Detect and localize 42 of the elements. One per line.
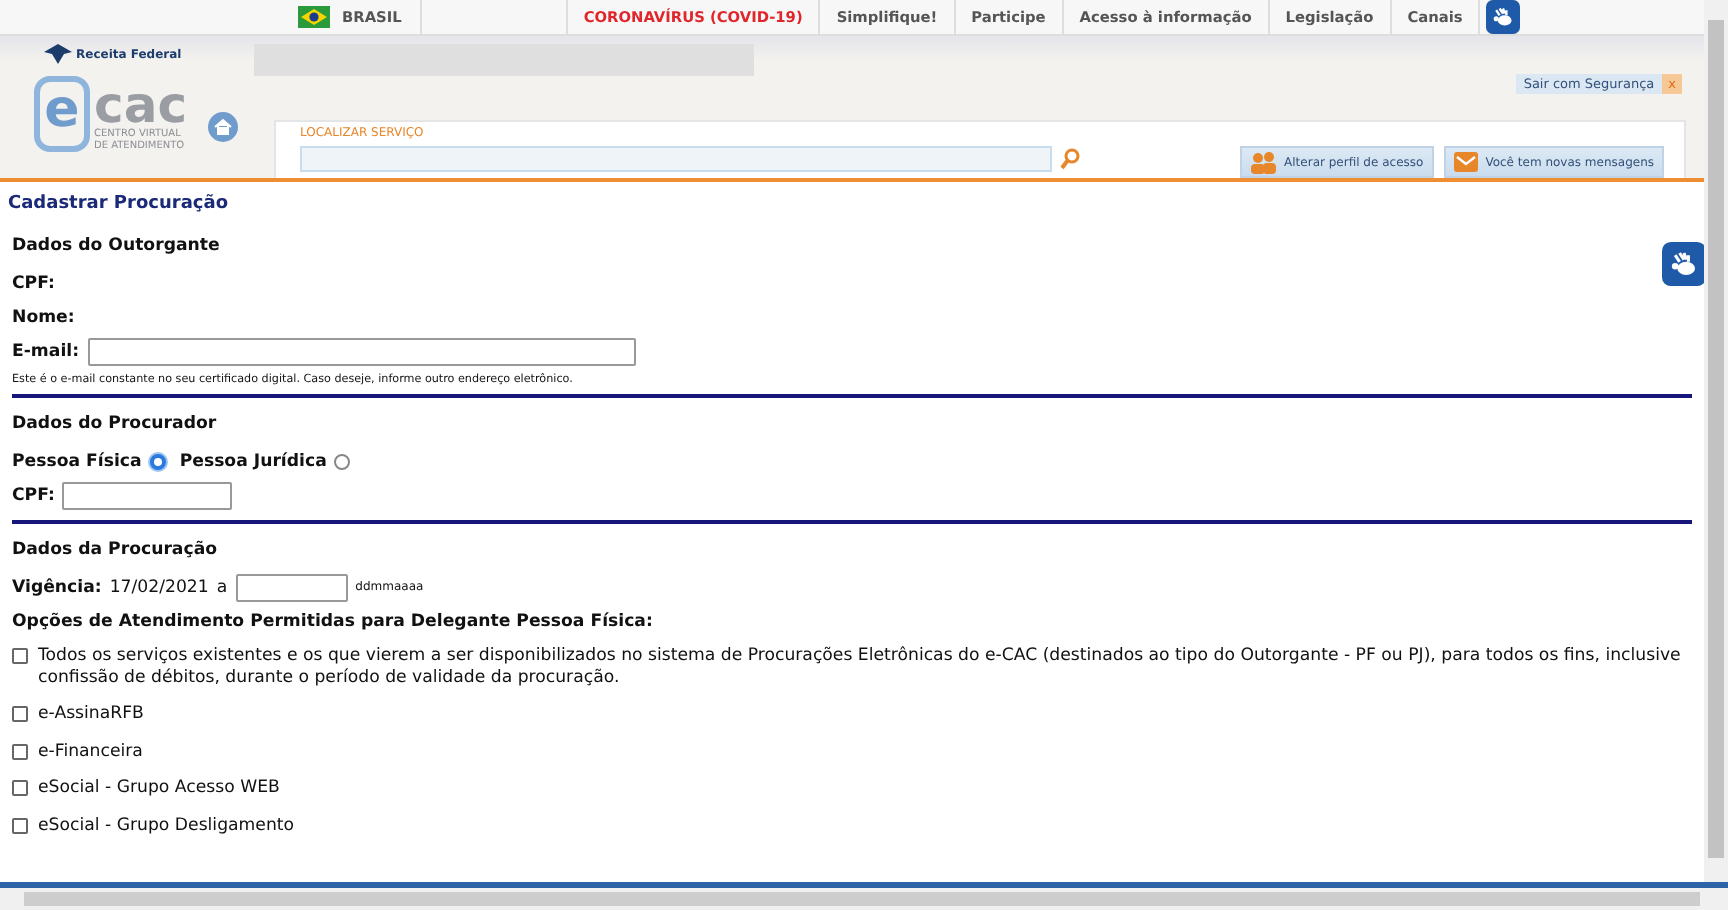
option-label: e-Financeira	[38, 741, 143, 762]
end-date-field[interactable]	[235, 573, 348, 601]
option-label: eSocial - Grupo Desligamento	[38, 815, 295, 836]
date-separator: a	[216, 577, 228, 597]
field-label: E-mail:	[12, 341, 80, 361]
search-field[interactable]	[300, 146, 1052, 172]
logo-letter: e	[34, 76, 90, 152]
option-label: Todos os serviços existentes e os que vierem a ser disponibilizados no sistema de Procurações Eletrônicas do e-CAC (destinados ao tipo do Outorgante - PF ou PJ), para todos os fins, inclusive confissão de débitos, durante o período de validade da procuração.	[38, 646, 1683, 688]
start-date: 17/02/2021	[109, 577, 209, 597]
checkbox[interactable]	[12, 743, 28, 759]
page-title: Cadastrar Procuração	[8, 194, 230, 214]
logo-word: cac	[94, 84, 188, 128]
flag-icon	[298, 6, 330, 28]
accessibility-icon[interactable]	[1662, 242, 1704, 286]
option-label: e-AssinaRFB	[38, 704, 144, 725]
people-icon	[1250, 151, 1277, 173]
field-label: Vigência:	[12, 577, 102, 597]
cpf-field[interactable]	[62, 481, 233, 509]
email-field[interactable]	[87, 337, 636, 365]
checkbox[interactable]	[12, 706, 28, 722]
checkbox[interactable]	[12, 817, 28, 833]
scrollbar-thumb[interactable]	[24, 892, 1700, 906]
accessibility-icon[interactable]	[1486, 0, 1521, 34]
option-label: eSocial - Grupo Acesso WEB	[38, 778, 280, 799]
section-heading: Dados do Outorgante	[12, 236, 222, 260]
radio-button[interactable]	[149, 453, 166, 469]
field-label: CPF:	[12, 485, 55, 505]
radio-label: Pessoa Física	[12, 451, 142, 471]
section-heading: Dados da Procuração	[12, 540, 220, 564]
radio-button[interactable]	[334, 453, 351, 469]
radio-label: Pessoa Jurídica	[179, 451, 327, 471]
scrollbar-thumb[interactable]	[1708, 20, 1724, 858]
options-heading: Opções de Atendimento Permitidas para Delegante Pessoa Física:	[12, 612, 655, 636]
field-label: Nome:	[12, 307, 75, 327]
checkbox[interactable]	[12, 648, 28, 664]
section-heading: Dados do Procurador	[12, 414, 219, 438]
logo-icon	[44, 44, 72, 64]
checkbox[interactable]	[12, 780, 28, 796]
search-icon[interactable]	[1060, 148, 1080, 170]
field-label: CPF:	[12, 273, 55, 293]
home-icon[interactable]	[207, 112, 238, 142]
envelope-icon	[1453, 152, 1478, 172]
